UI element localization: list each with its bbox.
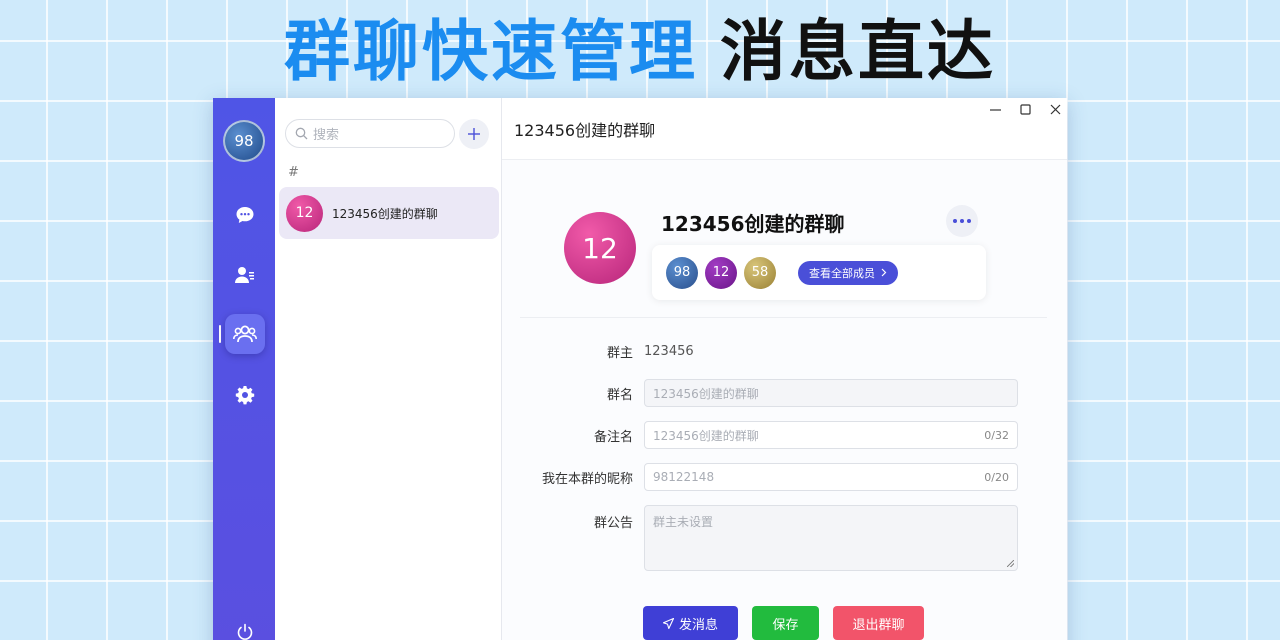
nav-groups-button[interactable] [225, 314, 265, 354]
promo-banner: 群聊快速管理 消息直达 [0, 0, 1280, 92]
send-message-button[interactable]: 发消息 [643, 606, 738, 640]
notice-label: 群公告 [593, 516, 633, 531]
search-box[interactable]: 搜索 [285, 119, 455, 148]
remark-row: 备注名 123456创建的群聊 0/32 [502, 421, 1018, 449]
close-icon[interactable] [1049, 102, 1061, 116]
chat-header: 123456创建的群聊 [502, 98, 1067, 160]
group-avatar: 12 [564, 212, 636, 284]
plus-icon [468, 128, 480, 140]
search-input[interactable]: 搜索 [313, 124, 339, 143]
owner-row: 群主 123456 [502, 342, 694, 361]
nav-contacts-button[interactable] [225, 255, 265, 295]
banner-title-part2: 消息直达 [720, 13, 996, 90]
chevron-right-icon [881, 268, 887, 277]
power-button[interactable] [225, 612, 265, 640]
action-buttons: 发消息 保存 退出群聊 [643, 606, 924, 640]
remark-placeholder: 123456创建的群聊 [653, 428, 759, 443]
send-icon [662, 617, 674, 629]
chat-header-title: 123456创建的群聊 [514, 120, 656, 140]
active-indicator [219, 325, 221, 343]
banner-title-part1: 群聊快速管理 [284, 13, 698, 90]
section-label: # [288, 165, 299, 180]
save-label: 保存 [772, 617, 799, 633]
gear-icon [235, 386, 255, 405]
remark-char-count: 0/32 [984, 428, 1009, 442]
nickname-label: 我在本群的昵称 [541, 471, 633, 487]
resize-grip-icon[interactable] [1007, 560, 1014, 567]
send-message-label: 发消息 [678, 617, 718, 633]
remark-field[interactable]: 123456创建的群聊 0/32 [644, 421, 1018, 449]
notice-textarea[interactable]: 群主未设置 [644, 505, 1018, 571]
nickname-placeholder: 98122148 [653, 470, 715, 484]
contacts-icon [235, 267, 254, 283]
member-avatar[interactable]: 12 [705, 256, 737, 289]
save-button[interactable]: 保存 [752, 606, 819, 640]
view-all-members-button[interactable]: 查看全部成员 [798, 260, 898, 285]
conversation-item[interactable]: 12 123456创建的群聊 [279, 187, 499, 239]
nav-messages-button[interactable] [225, 195, 265, 235]
conversation-list-panel: 搜索 # 12 123456创建的群聊 [275, 98, 502, 640]
group-name-row: 群名 123456创建的群聊 [502, 379, 1018, 407]
nav-settings-button[interactable] [225, 375, 265, 415]
power-icon [237, 623, 253, 640]
divider [520, 317, 1047, 318]
group-name-title: 123456创建的群聊 [661, 212, 845, 236]
chat-bubble-icon [236, 207, 254, 223]
window-controls [989, 102, 1061, 116]
app-window: 98 搜索 # 12 123456创建的群聊 123456创建的群聊 12 12… [213, 98, 1067, 640]
owner-value: 123456 [644, 344, 694, 359]
group-name-label: 群名 [606, 387, 633, 403]
group-name-placeholder: 123456创建的群聊 [653, 386, 759, 401]
more-icon [953, 219, 957, 223]
conversation-avatar: 12 [286, 194, 323, 232]
search-icon [295, 127, 308, 140]
user-avatar[interactable]: 98 [223, 120, 265, 162]
minimize-icon[interactable] [989, 102, 1001, 116]
view-all-members-label: 查看全部成员 [809, 266, 875, 280]
member-avatar[interactable]: 98 [666, 256, 698, 289]
add-button[interactable] [459, 119, 489, 149]
group-name-field: 123456创建的群聊 [644, 379, 1018, 407]
quit-group-label: 退出群聊 [852, 617, 905, 633]
group-icon [233, 325, 257, 343]
remark-label: 备注名 [593, 429, 633, 445]
nav-rail: 98 [213, 98, 275, 640]
notice-row: 群公告 群主未设置 [502, 505, 1018, 571]
quit-group-button[interactable]: 退出群聊 [833, 606, 924, 640]
nickname-field[interactable]: 98122148 0/20 [644, 463, 1018, 491]
more-options-button[interactable] [946, 205, 978, 237]
group-detail-panel: 123456创建的群聊 12 123456创建的群聊 98 12 58 查看全部… [502, 98, 1067, 640]
owner-label: 群主 [606, 346, 633, 361]
maximize-icon[interactable] [1019, 102, 1031, 116]
conversation-name: 123456创建的群聊 [332, 206, 438, 221]
member-avatar[interactable]: 58 [744, 256, 776, 289]
members-card: 98 12 58 查看全部成员 [652, 245, 986, 300]
nickname-row: 我在本群的昵称 98122148 0/20 [502, 463, 1018, 491]
nickname-char-count: 0/20 [984, 470, 1009, 484]
notice-placeholder: 群主未设置 [653, 515, 714, 529]
